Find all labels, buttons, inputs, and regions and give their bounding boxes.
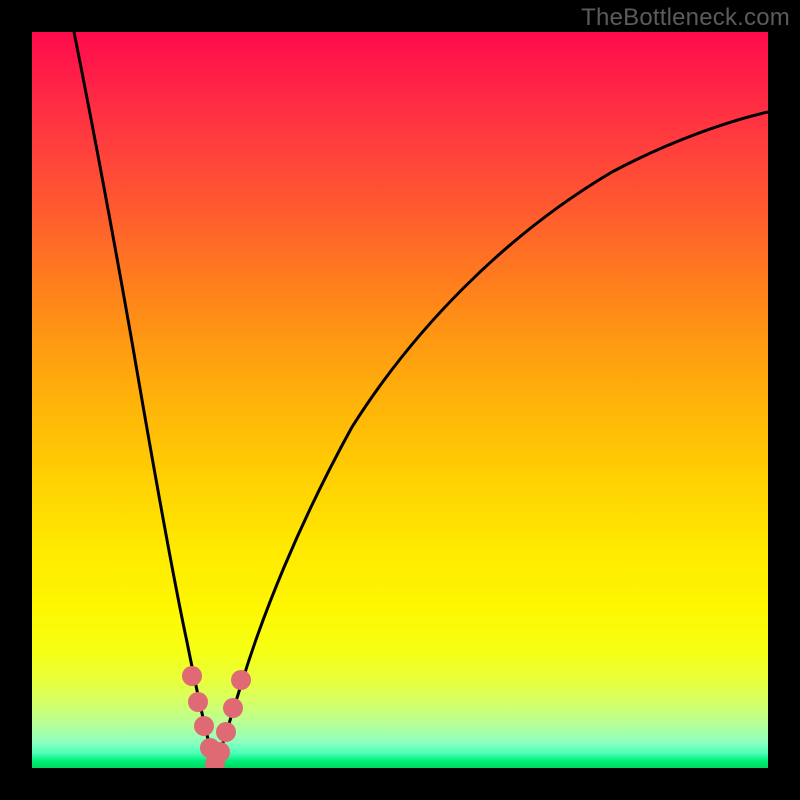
- curve-layer: [32, 32, 768, 768]
- trough-dot: [231, 670, 251, 690]
- trough-dot: [182, 666, 202, 686]
- trough-dot: [216, 722, 236, 742]
- trough-dot: [210, 742, 230, 762]
- watermark-text: TheBottleneck.com: [581, 4, 790, 32]
- plot-area: [32, 32, 768, 768]
- trough-dot: [223, 698, 243, 718]
- trough-dot: [194, 716, 214, 736]
- trough-dot: [188, 692, 208, 712]
- chart-frame: TheBottleneck.com: [0, 0, 800, 800]
- right-branch: [215, 112, 768, 767]
- left-branch: [74, 32, 215, 767]
- trough-marker-group: [182, 666, 251, 768]
